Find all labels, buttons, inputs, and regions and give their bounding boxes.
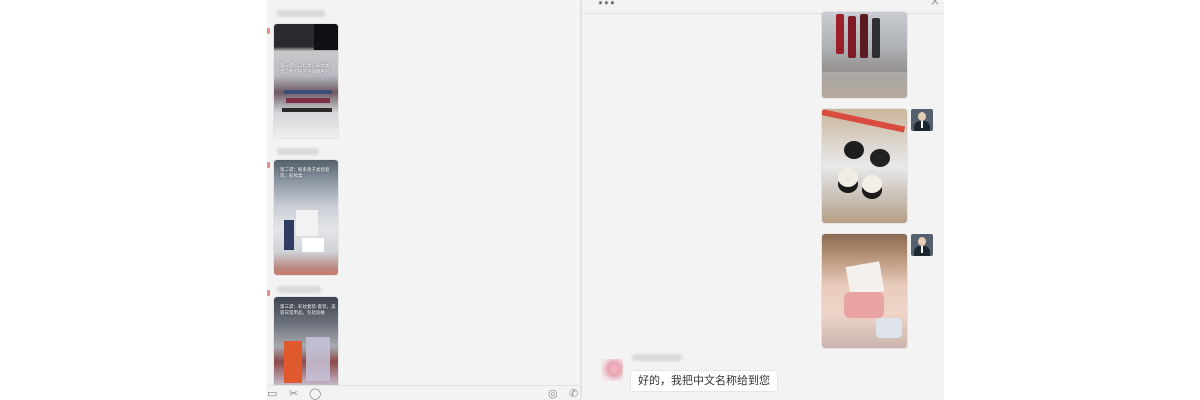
close-icon[interactable]: × [930,0,940,8]
sender-name-blurred [277,10,325,17]
photo-detail [284,220,294,250]
phone-icon[interactable]: ✆ [569,388,578,399]
sent-photo-jars[interactable] [822,109,907,223]
message-toolbar: ▭ ✂ ◯ ◎ ✆ [267,385,580,400]
message-bubble: 好的，我把中文名称给到您 [630,370,778,392]
right-chat-pane: ... × 好的，我把中文名称给到您 [582,0,944,400]
avatar-detail [918,237,926,246]
sent-photo-lipsticks[interactable] [822,12,907,98]
photo-detail [836,14,844,54]
product-photo-3[interactable]: 第三袋：彩妆套装-套装，美容日常用品，包括润肤 [274,297,338,387]
folder-icon[interactable]: ▭ [267,388,277,399]
product-photo-2[interactable]: 第二袋：粉系盘子类别套装、彩妆类 [274,160,338,275]
product-photo-1[interactable]: 第一袋：口红类，彩妆类等，会包括对不同颜色的 [274,24,338,138]
photo-detail [822,72,907,98]
photo-detail [844,141,864,159]
chat-bubble-icon[interactable]: ◯ [309,388,321,399]
contact-name-blurred [632,354,682,361]
photo-detail [282,108,332,112]
avatar-detail [921,246,923,253]
photo-detail [838,169,858,187]
photo-detail [860,14,868,58]
sender-avatar-edge [267,162,270,168]
photo-caption: 第三袋：彩妆套装-套装，美容日常用品，包括润肤 [280,305,336,316]
photo-detail [314,24,338,50]
photo-detail [870,149,890,167]
photo-detail [284,90,332,94]
chat-title: ... [598,0,616,8]
photo-detail [844,292,884,318]
photo-detail [296,210,318,236]
screen-share-icon[interactable]: ◎ [548,388,558,399]
sender-name-blurred [277,286,321,293]
photo-caption: 第一袋：口红类，彩妆类等，会包括对不同颜色的 [280,64,330,75]
user-avatar[interactable] [911,109,933,131]
sent-photo-hand-jar[interactable] [822,234,907,348]
photo-detail [822,109,906,133]
avatar-detail [921,121,923,128]
photo-detail [876,318,902,338]
sender-avatar-edge [267,28,270,34]
photo-detail [302,238,324,252]
sender-name-blurred [277,148,319,155]
photo-detail [862,175,882,193]
photo-caption: 第二袋：粉系盘子类别套装、彩妆类 [280,168,330,179]
photo-detail [284,341,302,383]
photo-detail [872,18,880,58]
contact-avatar[interactable] [601,359,623,381]
photo-detail [286,98,330,103]
user-avatar[interactable] [911,234,933,256]
sender-avatar-edge [267,290,270,296]
avatar-detail [918,112,926,121]
left-chat-pane: 第一袋：口红类，彩妆类等，会包括对不同颜色的 第二袋：粉系盘子类别套装、彩妆类 … [267,0,580,400]
scissors-icon[interactable]: ✂ [289,388,298,399]
photo-detail [848,16,856,58]
photo-detail [306,337,330,381]
